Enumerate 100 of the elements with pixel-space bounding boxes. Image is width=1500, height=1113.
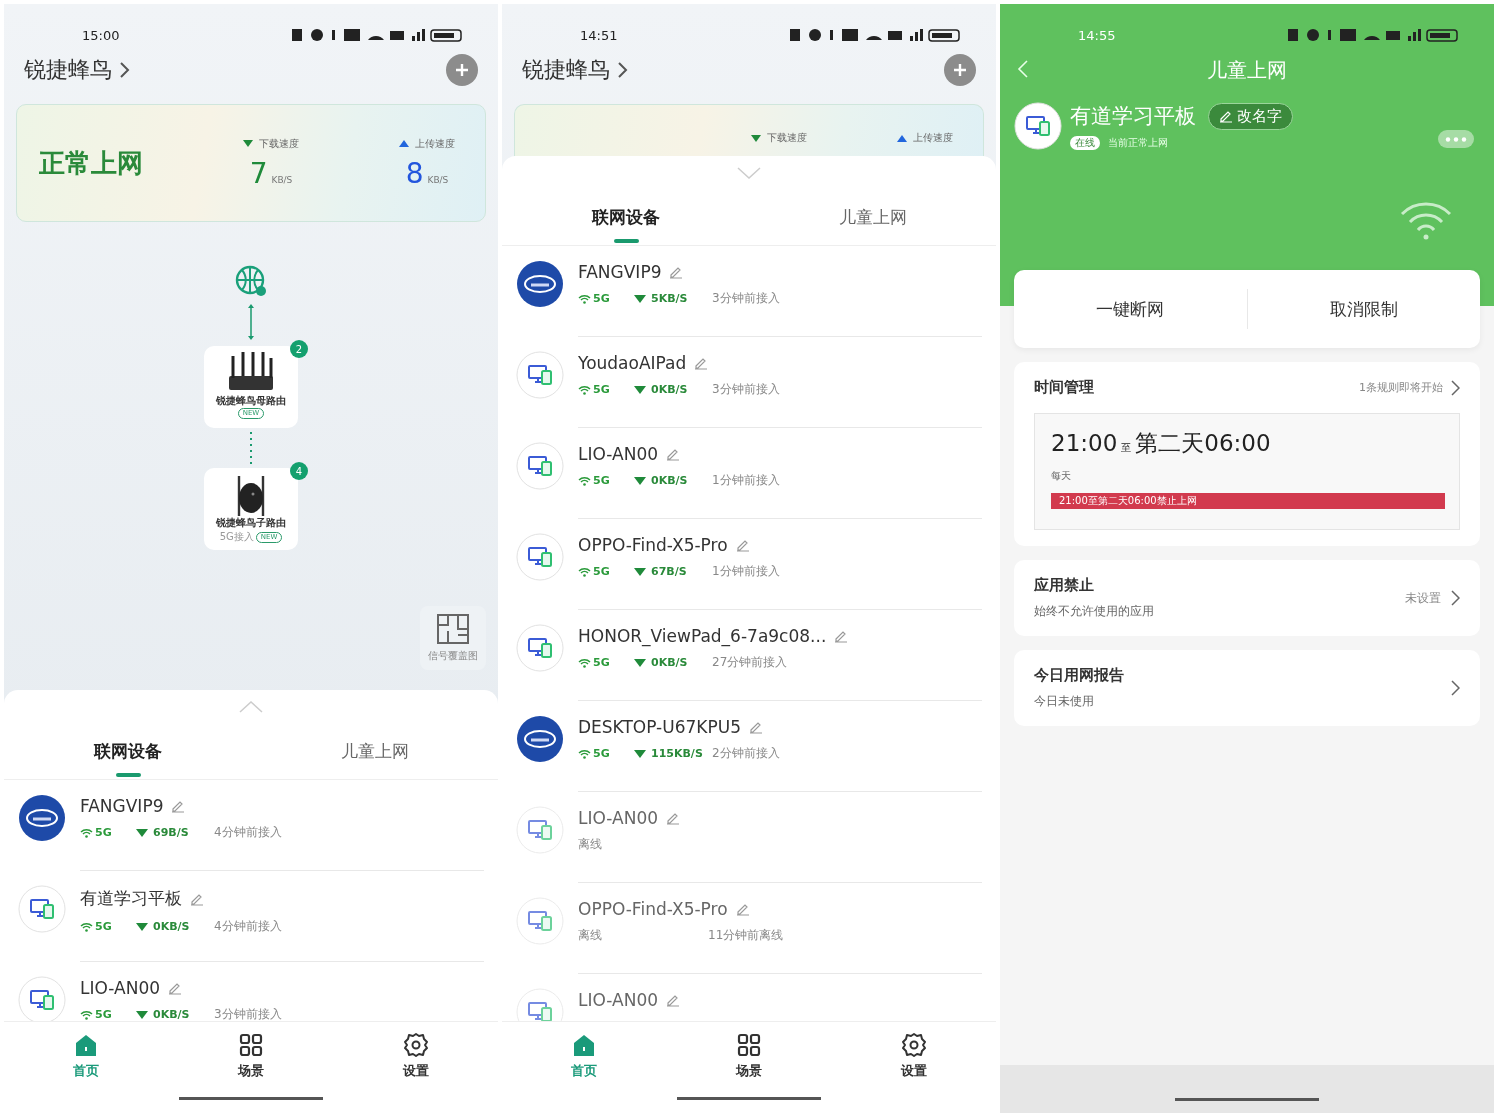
pencil-icon[interactable] — [735, 902, 750, 916]
action-button[interactable]: 取消限制 — [1246, 289, 1480, 329]
download-speed: 67B/S — [634, 565, 712, 578]
chevron-up-icon[interactable] — [239, 701, 263, 713]
nav-item[interactable]: 场景 — [168, 1022, 334, 1091]
download-speed: 0KB/S — [634, 474, 712, 487]
nav-item[interactable]: 设置 — [333, 1022, 498, 1091]
wifi-icon — [578, 566, 591, 577]
device-row[interactable]: LIO-AN00 5G 0KB/S 1分钟前接入 — [502, 428, 996, 519]
connected-time: 3分钟前接入 — [214, 1006, 282, 1021]
status-time: 14:55 — [1078, 27, 1116, 43]
down-triangle-icon — [136, 922, 148, 931]
tab[interactable]: 联网设备 — [4, 724, 251, 779]
chevron-right-icon[interactable] — [1451, 379, 1460, 396]
connected-time: 2分钟前接入 — [712, 745, 780, 762]
rename-button[interactable]: 改名字 — [1208, 102, 1293, 130]
device-row[interactable]: YoudaoAIPad 5G 0KB/S 3分钟前接入 — [502, 337, 996, 428]
tab[interactable]: 儿童上网 — [251, 724, 498, 779]
connected-time: 3分钟前接入 — [712, 290, 780, 307]
devices-icon — [516, 624, 564, 672]
device-row[interactable]: 有道学习平板 5G 0KB/S 4分钟前接入 — [4, 871, 498, 962]
more-icon — [1445, 136, 1467, 142]
download-speed-label: 下载速度 — [767, 131, 807, 145]
pencil-icon[interactable] — [669, 265, 684, 279]
connected-time: 27分钟前接入 — [712, 654, 788, 671]
chevron-left-icon — [1017, 59, 1029, 79]
up-triangle-icon — [399, 140, 409, 147]
plus-icon — [454, 62, 470, 78]
device-name: OPPO-Find-X5-Pro — [578, 899, 728, 919]
pencil-icon[interactable] — [666, 993, 681, 1007]
device-name: HONOR_ViewPad_6-7a9c08... — [578, 626, 827, 646]
device-row[interactable]: FANGVIP9 5G 5KB/S 3分钟前接入 — [502, 246, 996, 337]
device-status: 当前正常上网 — [1108, 136, 1168, 150]
connection-status: 正常上网 — [39, 146, 143, 180]
download-speed: 0KB/S — [634, 383, 712, 396]
download-speed: 0KB/S — [136, 1008, 214, 1021]
pencil-icon[interactable] — [168, 981, 183, 995]
device-name: FANGVIP9 — [80, 796, 164, 816]
down-triangle-icon — [634, 385, 646, 394]
chevron-right-icon[interactable] — [616, 61, 628, 79]
speed-unit: KB/S — [271, 174, 293, 185]
wifi-icon — [578, 293, 591, 304]
time-management-card[interactable]: 时间管理 1条规则即将开始 21:00 至 第二天06:00 每天 21:00至第二天06:00禁止上网 — [1014, 362, 1480, 546]
tab[interactable]: 联网设备 — [502, 190, 749, 245]
pencil-icon — [1219, 109, 1233, 123]
pencil-icon[interactable] — [834, 629, 849, 643]
down-triangle-icon — [136, 828, 148, 837]
device-row[interactable]: HONOR_ViewPad_6-7a9c08... 5G 0KB/S 27分钟前接入 — [502, 610, 996, 701]
down-triangle-icon — [243, 140, 253, 147]
setting-card[interactable]: 今日用网报告 今日未使用 — [1014, 650, 1480, 726]
device-name: 有道学习平板 — [80, 887, 182, 910]
download-speed: 115KB/S — [634, 747, 712, 760]
device-row[interactable]: DESKTOP-U67KPU5 5G 115KB/S 2分钟前接入 — [502, 701, 996, 792]
chevron-right-icon[interactable] — [118, 61, 130, 79]
pencil-icon[interactable] — [171, 799, 186, 813]
connection-note: 5G接入 — [219, 530, 254, 544]
settings-icon — [402, 1032, 429, 1058]
nav-item[interactable]: 设置 — [831, 1022, 996, 1091]
devices-icon — [516, 533, 564, 581]
pencil-icon[interactable] — [748, 720, 763, 734]
nav-item[interactable]: 场景 — [666, 1022, 832, 1091]
more-button[interactable] — [1438, 130, 1474, 148]
card-subtitle: 始终不允许使用的应用 — [1034, 603, 1154, 620]
devices-icon — [516, 897, 564, 945]
chevron-down-icon[interactable] — [737, 167, 761, 179]
pencil-icon[interactable] — [666, 447, 681, 461]
down-triangle-icon — [751, 134, 761, 142]
down-triangle-icon — [634, 658, 646, 667]
nav-item[interactable]: 首页 — [4, 1022, 169, 1091]
card-title: 今日用网报告 — [1034, 666, 1124, 685]
card-subtitle: 今日未使用 — [1034, 693, 1095, 710]
setting-card[interactable]: 应用禁止 始终不允许使用的应用 未设置 — [1014, 560, 1480, 636]
tab[interactable]: 儿童上网 — [749, 190, 996, 245]
add-button[interactable] — [446, 54, 478, 86]
grid-icon — [736, 1032, 762, 1058]
device-row[interactable]: LIO-AN00 离线 — [502, 792, 996, 883]
network-name[interactable]: 锐捷蜂鸟 — [522, 55, 610, 85]
device-row[interactable]: OPPO-Find-X5-Pro 5G 67B/S 1分钟前接入 — [502, 519, 996, 610]
router-name: 锐捷蜂鸟母路由 — [216, 394, 286, 408]
devices-icon — [1014, 102, 1062, 150]
network-name[interactable]: 锐捷蜂鸟 — [24, 55, 112, 85]
count-badge: 4 — [290, 462, 308, 480]
status-time: 14:51 — [580, 27, 618, 43]
wifi-icon — [578, 475, 591, 486]
down-triangle-icon — [634, 294, 646, 303]
device-row[interactable]: FANGVIP9 5G 69B/S 4分钟前接入 — [4, 780, 498, 871]
pencil-icon[interactable] — [694, 356, 709, 370]
pencil-icon[interactable] — [666, 811, 681, 825]
chevron-right-icon[interactable] — [1451, 590, 1460, 606]
nav-item[interactable]: 首页 — [502, 1022, 667, 1091]
band-label: 5G — [80, 826, 136, 839]
action-button[interactable]: 一键断网 — [1014, 289, 1247, 329]
device-name: LIO-AN00 — [578, 808, 659, 828]
down-triangle-icon — [634, 476, 646, 485]
add-button[interactable] — [944, 54, 976, 86]
band-label: 5G — [578, 747, 634, 760]
pencil-icon[interactable] — [735, 538, 750, 552]
setting-value: 未设置 — [1405, 589, 1441, 607]
device-row[interactable]: OPPO-Find-X5-Pro 离线 11分钟前离线 — [502, 883, 996, 974]
chevron-right-icon[interactable] — [1451, 680, 1460, 696]
